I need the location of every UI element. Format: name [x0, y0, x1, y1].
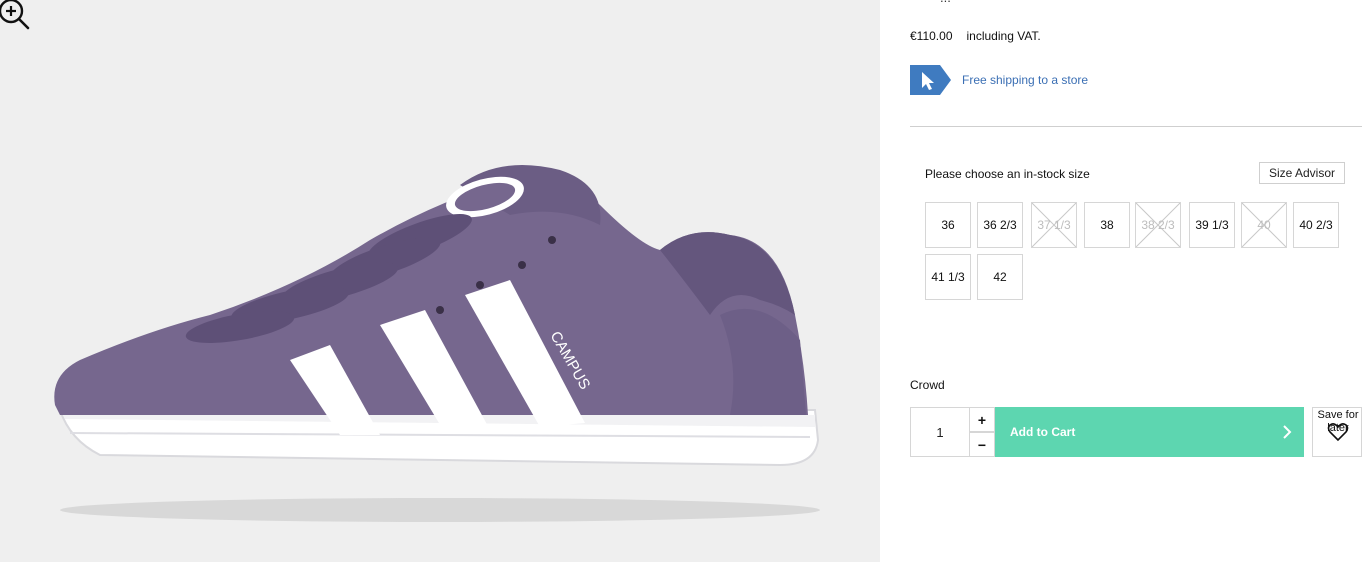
size-option-36-2-3[interactable]: 36 2/3 [977, 202, 1023, 248]
size-option-38-2-3-unavailable: 38 2/3 [1135, 202, 1181, 248]
size-label: 41 1/3 [931, 270, 965, 284]
quantity-decrease-button[interactable]: − [969, 432, 995, 457]
price: €110.00 [910, 29, 953, 43]
product-gallery: CAMPUS [0, 0, 880, 562]
size-option-41-1-3[interactable]: 41 1/3 [925, 254, 971, 300]
size-advisor-button[interactable]: Size Advisor [1259, 162, 1345, 184]
size-option-40-2-3[interactable]: 40 2/3 [1293, 202, 1339, 248]
heart-icon [1327, 423, 1349, 442]
free-shipping-label: Free shipping to a store [962, 73, 1089, 87]
free-shipping-link[interactable]: Free shipping to a store [910, 65, 1088, 95]
add-to-cart-button[interactable]: Add to Cart [995, 407, 1304, 457]
zoom-in-icon[interactable] [0, 0, 30, 30]
quantity-increase-button[interactable]: + [969, 407, 995, 432]
add-to-cart-label: Add to Cart [1010, 425, 1076, 439]
cursor-arrow-icon [910, 65, 951, 95]
size-label: 36 2/3 [983, 218, 1017, 232]
size-label: 42 [993, 270, 1007, 284]
product-image: CAMPUS [54, 165, 820, 522]
size-heading: Please choose an in-stock size [925, 167, 1090, 181]
crowd-label: Crowd [910, 378, 945, 392]
size-label: 38 2/3 [1141, 218, 1175, 232]
size-label: 38 [1100, 218, 1114, 232]
size-option-37-1-3-unavailable: 37 1/3 [1031, 202, 1077, 248]
size-label: 36 [941, 218, 955, 232]
size-label: 37 1/3 [1037, 218, 1071, 232]
chevron-right-icon [1283, 425, 1292, 439]
size-option-36[interactable]: 36 [925, 202, 971, 248]
vat-note: including VAT. [966, 29, 1041, 43]
divider [910, 126, 1362, 127]
product-panel: ... €110.00 including VAT. Free shipping … [880, 0, 1369, 562]
size-label: 40 [1257, 218, 1271, 232]
product-subtitle-cut: ... [940, 0, 951, 5]
size-option-42[interactable]: 42 [977, 254, 1023, 300]
size-option-39-1-3[interactable]: 39 1/3 [1189, 202, 1235, 248]
size-option-40-unavailable: 40 [1241, 202, 1287, 248]
size-label: 39 1/3 [1195, 218, 1229, 232]
size-option-38[interactable]: 38 [1084, 202, 1130, 248]
quantity-input[interactable] [910, 407, 970, 457]
save-for-later-button[interactable]: Save for later [1312, 407, 1362, 457]
size-label: 40 2/3 [1299, 218, 1333, 232]
price-row: €110.00 including VAT. [910, 29, 1041, 43]
